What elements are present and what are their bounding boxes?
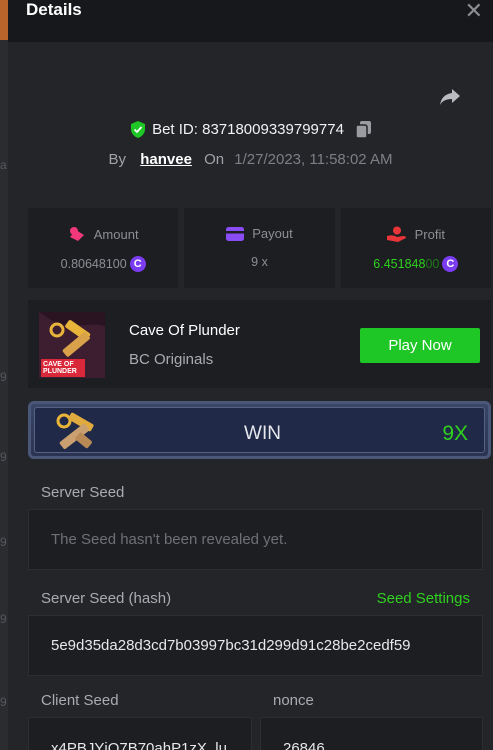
profit-value: 6.451848 00 C bbox=[373, 256, 459, 272]
bet-id-row: Bet ID: 83718009339799774 bbox=[8, 121, 493, 138]
game-thumb-text: CAVE OF PLUNDER bbox=[43, 361, 77, 375]
stat-payout: Payout 9 x bbox=[184, 208, 335, 288]
server-seed-label: Server Seed bbox=[41, 484, 125, 501]
details-modal: Details ✕ Bet ID: 83718009339799774 By h… bbox=[8, 0, 493, 750]
win-result-banner: WIN 9X bbox=[28, 401, 491, 459]
win-multiplier: 9X bbox=[442, 422, 468, 445]
background-page: a 9 9 9 9 9 bbox=[0, 0, 8, 750]
payout-label: Payout bbox=[252, 226, 293, 241]
nonce-label: nonce bbox=[273, 692, 314, 709]
profit-number-dim: 00 bbox=[425, 257, 440, 271]
stat-profit: Profit 6.451848 00 C bbox=[340, 208, 491, 288]
profit-label: Profit bbox=[414, 226, 445, 242]
coin-icon: C bbox=[442, 256, 459, 272]
game-card: CAVE OF PLUNDER Cave Of Plunder BC Origi… bbox=[28, 300, 491, 388]
shield-check-icon bbox=[131, 121, 146, 138]
modal-title: Details bbox=[26, 0, 82, 19]
background-glyph: 9 bbox=[0, 695, 7, 709]
nonce-field[interactable]: 26846 bbox=[260, 717, 483, 750]
bet-stats: Amount 0.80648100 C Payout 9 x Profit 6.… bbox=[28, 208, 491, 288]
bet-datetime: 1/27/2023, 11:58:02 AM bbox=[234, 151, 393, 168]
server-seed-field: The Seed hasn't been revealed yet. bbox=[28, 509, 483, 570]
background-glyph: a bbox=[0, 158, 7, 172]
amount-label: Amount bbox=[93, 226, 139, 242]
username-link[interactable]: hanvee bbox=[140, 151, 192, 168]
amount-value: 0.80648100 C bbox=[61, 256, 146, 272]
amount-number: 0.80648100 bbox=[60, 257, 127, 271]
seed-settings-link[interactable]: Seed Settings bbox=[377, 590, 470, 607]
modal-header: Details ✕ bbox=[8, 0, 493, 42]
game-thumbnail: CAVE OF PLUNDER bbox=[39, 312, 105, 378]
payout-value: 9 x bbox=[251, 255, 268, 269]
win-label: WIN bbox=[244, 423, 281, 444]
background-strip bbox=[0, 0, 8, 40]
profit-number: 6.451848 bbox=[373, 257, 426, 271]
bet-meta-row: By hanvee On 1/27/2023, 11:58:02 AM bbox=[8, 151, 493, 168]
play-now-button[interactable]: Play Now bbox=[360, 328, 480, 363]
background-glyph: 9 bbox=[0, 535, 7, 549]
client-seed-label: Client Seed bbox=[41, 692, 119, 709]
coins-icon bbox=[69, 227, 84, 241]
stat-amount: Amount 0.80648100 C bbox=[28, 208, 179, 288]
card-icon bbox=[226, 226, 245, 241]
share-icon[interactable] bbox=[439, 88, 461, 106]
game-name: Cave Of Plunder bbox=[129, 322, 240, 339]
close-icon[interactable]: ✕ bbox=[465, 0, 483, 22]
coin-icon: C bbox=[129, 256, 146, 272]
client-seed-field[interactable]: x4PBJYjQ7B70ahP1zX_lu bbox=[28, 717, 252, 750]
background-glyph: 9 bbox=[0, 612, 7, 626]
copy-icon[interactable] bbox=[355, 121, 371, 138]
server-seed-hash-field[interactable]: 5e9d35da28d3cd7b03997bc31d299d91c28be2ce… bbox=[28, 615, 483, 676]
game-provider: BC Originals bbox=[129, 351, 214, 368]
hand-coin-icon bbox=[386, 226, 406, 242]
by-label: By bbox=[108, 151, 127, 168]
bet-id: Bet ID: 83718009339799774 bbox=[152, 121, 344, 138]
background-glyph: 9 bbox=[0, 450, 7, 464]
on-label: On bbox=[204, 151, 225, 168]
background-glyph: 9 bbox=[0, 370, 7, 384]
server-seed-hash-label: Server Seed (hash) bbox=[41, 590, 172, 607]
